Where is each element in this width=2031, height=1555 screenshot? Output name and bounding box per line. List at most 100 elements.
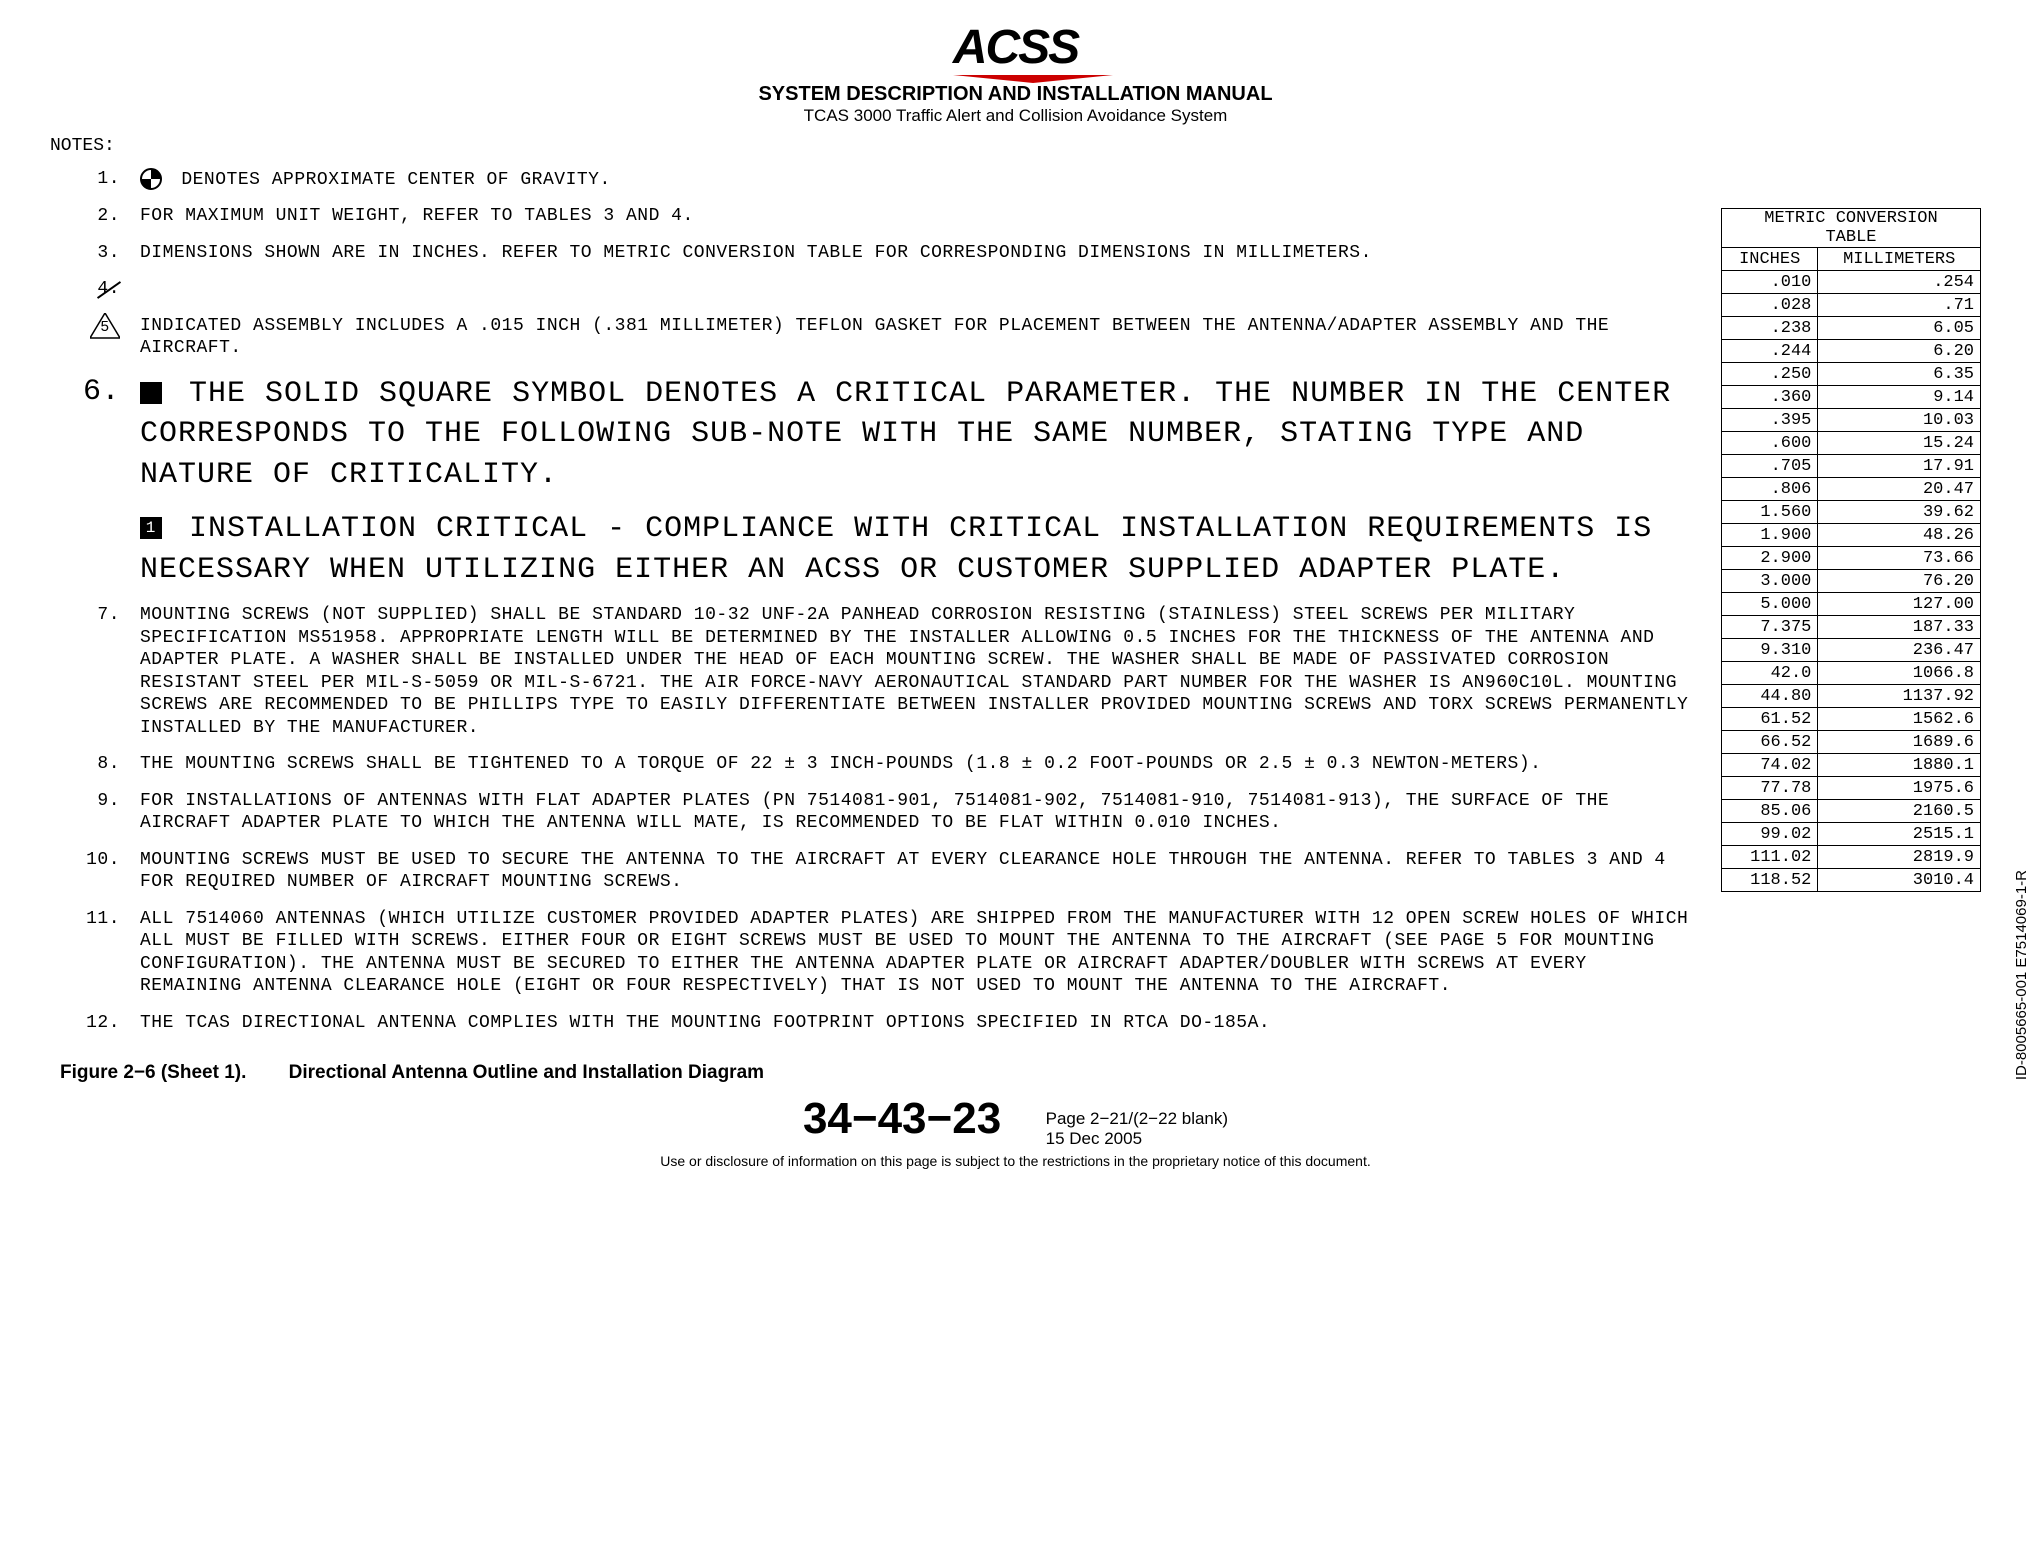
note-text: INDICATED ASSEMBLY INCLUDES A .015 INCH … xyxy=(140,315,1701,360)
cell-inches: 42.0 xyxy=(1722,662,1818,685)
note-number: 12. xyxy=(50,1012,140,1035)
struck-number: 4. xyxy=(97,279,120,299)
note-text: FOR MAXIMUM UNIT WEIGHT, REFER TO TABLES… xyxy=(140,205,1701,228)
table-title-row: METRIC CONVERSIONTABLE xyxy=(1722,209,1981,248)
triangle-digit: 5 xyxy=(90,319,120,338)
cell-inches: 2.900 xyxy=(1722,547,1818,570)
note-number: 8. xyxy=(50,753,140,776)
table-row: 99.022515.1 xyxy=(1722,823,1981,846)
note-number: 4. xyxy=(50,278,140,301)
table-row: 5.000127.00 xyxy=(1722,593,1981,616)
cell-inches: 74.02 xyxy=(1722,754,1818,777)
cell-inches: 3.000 xyxy=(1722,570,1818,593)
table-row: .2446.20 xyxy=(1722,340,1981,363)
note-10: 10. MOUNTING SCREWS MUST BE USED TO SECU… xyxy=(50,849,1701,894)
document-header: ACSS SYSTEM DESCRIPTION AND INSTALLATION… xyxy=(50,20,1981,126)
note-number: 11. xyxy=(50,908,140,998)
page-date: 15 Dec 2005 xyxy=(1046,1129,1142,1148)
table-header-row: INCHES MILLIMETERS xyxy=(1722,248,1981,271)
cell-inches: .244 xyxy=(1722,340,1818,363)
note-9: 9. FOR INSTALLATIONS OF ANTENNAS WITH FL… xyxy=(50,790,1701,835)
cell-millimeters: 6.20 xyxy=(1818,340,1981,363)
cell-millimeters: 1975.6 xyxy=(1818,777,1981,800)
note-text: FOR INSTALLATIONS OF ANTENNAS WITH FLAT … xyxy=(140,790,1701,835)
table-row: 74.021880.1 xyxy=(1722,754,1981,777)
side-drawing-code: ID-8005665-001 E7514069-1-R xyxy=(2013,870,2030,1080)
note-8: 8. THE MOUNTING SCREWS SHALL BE TIGHTENE… xyxy=(50,753,1701,776)
note-text: THE TCAS DIRECTIONAL ANTENNA COMPLIES WI… xyxy=(140,1012,1701,1035)
cell-millimeters: 127.00 xyxy=(1818,593,1981,616)
cell-inches: 111.02 xyxy=(1722,846,1818,869)
cell-millimeters: 2160.5 xyxy=(1818,800,1981,823)
manual-subtitle: TCAS 3000 Traffic Alert and Collision Av… xyxy=(50,106,1981,126)
col-inches: INCHES xyxy=(1722,248,1818,271)
note-1: 1. DENOTES APPROXIMATE CENTER OF GRAVITY… xyxy=(50,168,1701,191)
cell-millimeters: 1880.1 xyxy=(1818,754,1981,777)
table-row: 7.375187.33 xyxy=(1722,616,1981,639)
table-row: .80620.47 xyxy=(1722,478,1981,501)
triangle-number-icon: 5 xyxy=(90,315,120,339)
note-4-deleted: 4. xyxy=(50,278,1701,301)
note-body: 1 INSTALLATION CRITICAL - COMPLIANCE WIT… xyxy=(140,509,1701,590)
acss-logo: ACSS xyxy=(953,20,1078,75)
cell-millimeters: 15.24 xyxy=(1818,432,1981,455)
page-number: Page 2−21/(2−22 blank) xyxy=(1046,1109,1228,1128)
cell-millimeters: 187.33 xyxy=(1818,616,1981,639)
note-number-blank xyxy=(50,509,140,590)
cell-inches: 1.560 xyxy=(1722,501,1818,524)
figure-caption: Figure 2−6 (Sheet 1). Directional Antenn… xyxy=(60,1062,1981,1084)
cell-inches: 7.375 xyxy=(1722,616,1818,639)
cell-millimeters: 1689.6 xyxy=(1818,731,1981,754)
note-text: DENOTES APPROXIMATE CENTER OF GRAVITY. xyxy=(181,170,610,190)
cell-millimeters: .254 xyxy=(1818,271,1981,294)
table-title: METRIC CONVERSIONTABLE xyxy=(1722,209,1981,248)
note-text: ALL 7514060 ANTENNAS (WHICH UTILIZE CUST… xyxy=(140,908,1701,998)
table-row: 9.310236.47 xyxy=(1722,639,1981,662)
cell-millimeters: 6.35 xyxy=(1818,363,1981,386)
cell-inches: .250 xyxy=(1722,363,1818,386)
cell-inches: 61.52 xyxy=(1722,708,1818,731)
note-number: 7. xyxy=(50,604,140,739)
note-number: 6. xyxy=(50,374,140,496)
cell-millimeters: 20.47 xyxy=(1818,478,1981,501)
table-row: .2506.35 xyxy=(1722,363,1981,386)
metric-conversion-table: METRIC CONVERSIONTABLE INCHES MILLIMETER… xyxy=(1721,208,1981,892)
logo-text: ACSS xyxy=(953,21,1078,74)
center-of-gravity-icon xyxy=(140,168,162,190)
cell-inches: 9.310 xyxy=(1722,639,1818,662)
cell-millimeters: 73.66 xyxy=(1818,547,1981,570)
manual-title: SYSTEM DESCRIPTION AND INSTALLATION MANU… xyxy=(50,83,1981,106)
cell-inches: .705 xyxy=(1722,455,1818,478)
notes-heading: NOTES: xyxy=(50,136,1981,156)
cell-millimeters: 3010.4 xyxy=(1818,869,1981,892)
cell-millimeters: .71 xyxy=(1818,294,1981,317)
notes-column: 1. DENOTES APPROXIMATE CENTER OF GRAVITY… xyxy=(50,168,1701,1048)
table-row: 66.521689.6 xyxy=(1722,731,1981,754)
cell-millimeters: 2515.1 xyxy=(1818,823,1981,846)
solid-square-numbered-icon: 1 xyxy=(140,517,162,539)
note-3: 3. DIMENSIONS SHOWN ARE IN INCHES. REFER… xyxy=(50,242,1701,265)
cell-millimeters: 1137.92 xyxy=(1818,685,1981,708)
table-row: .39510.03 xyxy=(1722,409,1981,432)
table-row: 77.781975.6 xyxy=(1722,777,1981,800)
logo-triangle-icon xyxy=(953,75,1113,83)
content-row: 1. DENOTES APPROXIMATE CENTER OF GRAVITY… xyxy=(50,168,1981,1048)
note-6-sub1: 1 INSTALLATION CRITICAL - COMPLIANCE WIT… xyxy=(50,509,1701,590)
note-11: 11. ALL 7514060 ANTENNAS (WHICH UTILIZE … xyxy=(50,908,1701,998)
table-row: .60015.24 xyxy=(1722,432,1981,455)
note-5: 5 INDICATED ASSEMBLY INCLUDES A .015 INC… xyxy=(50,315,1701,360)
cell-inches: .360 xyxy=(1722,386,1818,409)
cell-inches: .806 xyxy=(1722,478,1818,501)
table-row: 1.56039.62 xyxy=(1722,501,1981,524)
figure-title: Directional Antenna Outline and Installa… xyxy=(289,1062,764,1083)
table-row: 61.521562.6 xyxy=(1722,708,1981,731)
note-number: 10. xyxy=(50,849,140,894)
page-info: Page 2−21/(2−22 blank) 15 Dec 2005 xyxy=(1046,1109,1228,1149)
note-number: 1. xyxy=(50,168,140,191)
cell-inches: .600 xyxy=(1722,432,1818,455)
note-text: INSTALLATION CRITICAL - COMPLIANCE WITH … xyxy=(140,512,1652,587)
note-text: MOUNTING SCREWS MUST BE USED TO SECURE T… xyxy=(140,849,1701,894)
cell-inches: .028 xyxy=(1722,294,1818,317)
cell-millimeters: 39.62 xyxy=(1818,501,1981,524)
cell-inches: .238 xyxy=(1722,317,1818,340)
